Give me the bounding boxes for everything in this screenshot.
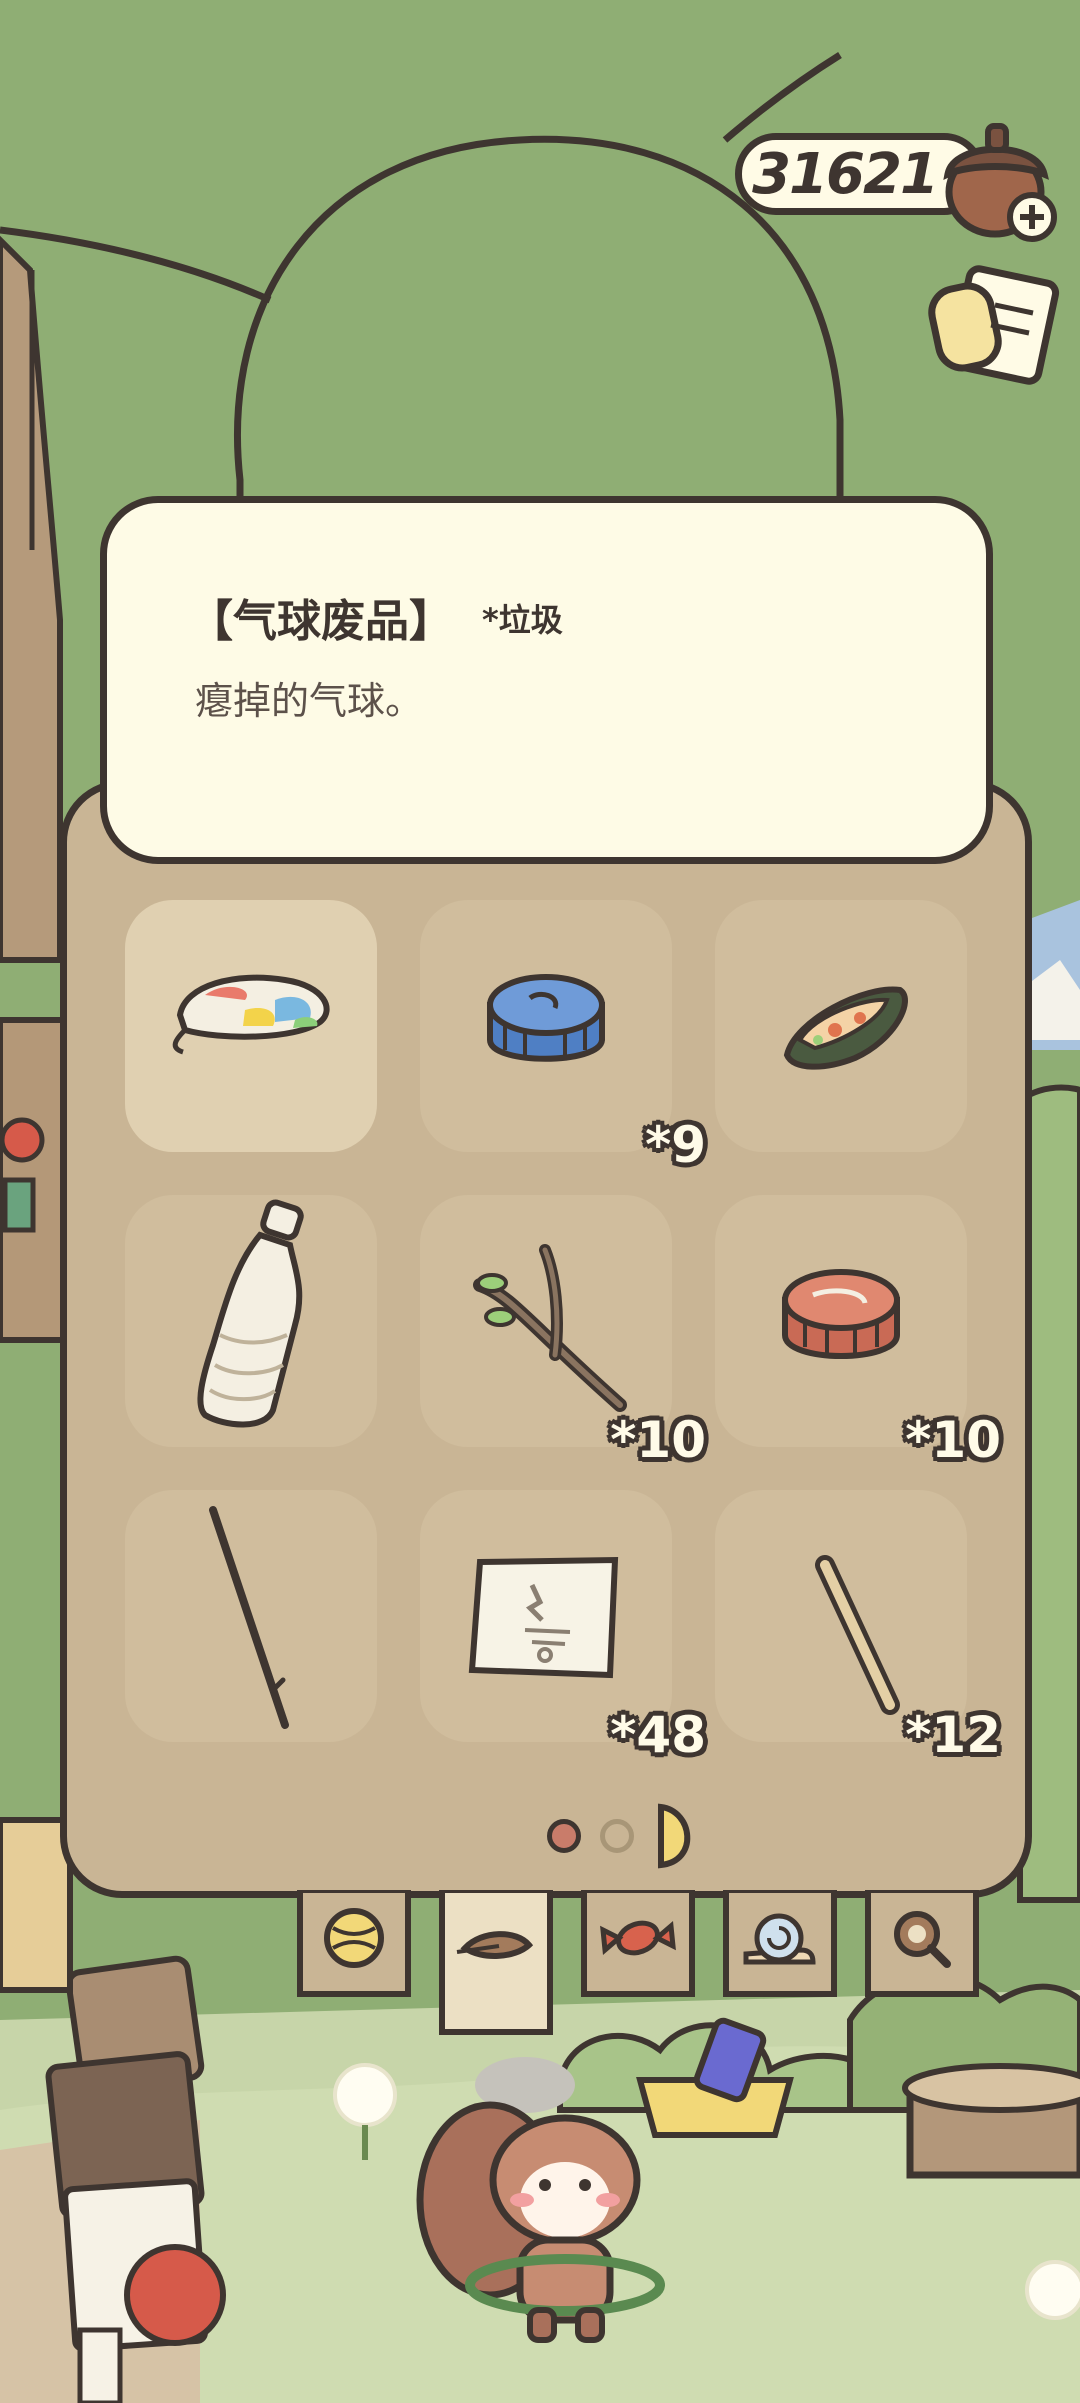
tab-snail[interactable] [721,1890,839,2002]
inventory-slot-plastic-bottle[interactable] [125,1195,377,1447]
item-category: *垃圾 [482,601,563,639]
acorn-icon[interactable] [940,112,1062,242]
deflated-balloon-icon [172,974,330,1055]
next-page-icon[interactable] [653,1803,703,1869]
inventory-slot-blue-bottle-cap[interactable]: *9 [420,900,706,1174]
page-indicator[interactable] [507,1795,727,1875]
slot-count: *48 [610,1706,706,1764]
page-dot-1[interactable] [547,1819,581,1853]
inventory-slot-deflated-balloon[interactable] [125,900,377,1152]
category-tabs [295,1890,979,2050]
blue-bottle-cap-icon [487,974,605,1062]
item-detail-card: 【气球废品】 *垃圾 瘪掉的气球。 [100,496,993,864]
tab-leaf[interactable] [437,1890,555,2040]
item-description: 瘪掉的气球。 [195,679,424,723]
item-name: 【气球废品】 [189,596,453,647]
acorn-count: 31621 [752,141,939,207]
slot-count: *12 [905,1706,1001,1764]
plastic-bottle-icon [197,1199,304,1428]
slot-count: *10 [905,1411,1001,1469]
straw-icon [815,1555,900,1715]
inventory-slot-twig[interactable]: *10 [420,1195,706,1469]
page-dot-2[interactable] [600,1819,634,1853]
food-wrapper-icon [783,986,908,1070]
twig-icon [473,1244,627,1412]
tab-yarn[interactable] [295,1890,413,2002]
paper-scrap-icon [468,1556,619,1679]
inventory-panel: *9 *10 *10 *48 *12 [60,780,1032,1898]
yarn-icon [324,1908,384,1968]
inventory-slot-thin-stick[interactable] [125,1490,377,1742]
slot-count: *9 [645,1116,706,1174]
thin-stick-icon [209,1506,289,1729]
red-bottle-cap-icon [782,1269,900,1359]
tab-candy[interactable] [579,1890,697,2002]
plus-icon [1007,192,1057,242]
notes-icon[interactable] [925,265,1060,395]
slot-count: *10 [610,1411,706,1469]
inventory-slot-straw[interactable]: *12 [715,1490,1001,1764]
inventory-slot-red-bottle-cap[interactable]: *10 [715,1195,1001,1469]
tab-magnifier[interactable] [863,1890,981,2002]
inventory-slot-food-wrapper[interactable] [715,900,967,1152]
inventory-slot-paper-scrap[interactable]: *48 [420,1490,706,1764]
